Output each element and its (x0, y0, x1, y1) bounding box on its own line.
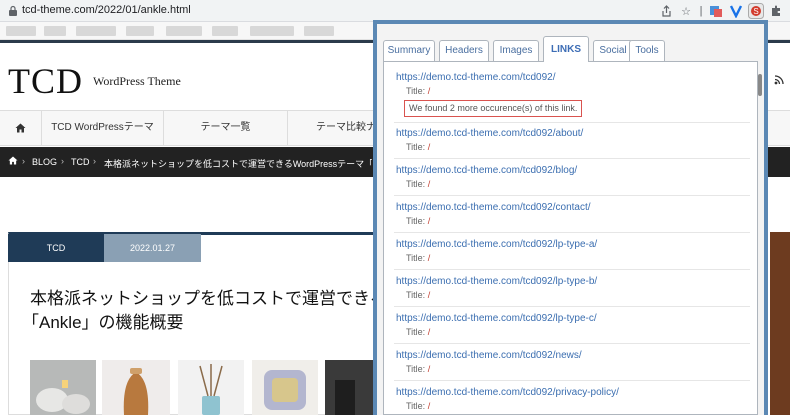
lock-icon (9, 5, 17, 16)
link-url[interactable]: https://demo.tcd-theme.com/tcd092/blog/ (396, 165, 746, 176)
blurred-bookmark[interactable] (304, 26, 334, 36)
tab-headers[interactable]: Headers (439, 40, 489, 62)
popup-scrollbar[interactable] (758, 74, 762, 96)
breadcrumb-separator: › (61, 156, 64, 166)
breadcrumb-current: 本格派ネットショップを低コストで運営できるWordPressテーマ「Ankle」… (104, 159, 372, 169)
blurred-bookmark[interactable] (212, 26, 238, 36)
blurred-bookmark[interactable] (250, 26, 294, 36)
divider (394, 380, 750, 381)
svg-text:S: S (753, 7, 758, 16)
thumbnail-reed-diffuser (178, 360, 244, 415)
article-title-line2: 「Ankle」の機能概要 (22, 313, 184, 332)
blurred-bookmark[interactable] (44, 26, 66, 36)
site-logo[interactable]: TCD (8, 60, 83, 102)
extension-translate-icon[interactable] (708, 3, 724, 19)
link-url[interactable]: https://demo.tcd-theme.com/tcd092/lp-typ… (396, 239, 746, 250)
link-item: https://demo.tcd-theme.com/tcd092/contac… (396, 202, 746, 226)
breadcrumb-tcd[interactable]: TCD (71, 157, 90, 167)
divider (394, 269, 750, 270)
seo-extension-popup: Summary Headers Images LINKS Social Tool… (373, 20, 768, 415)
link-item: https://demo.tcd-theme.com/tcd092/lp-typ… (396, 276, 746, 300)
url-text[interactable]: tcd-theme.com/2022/01/ankle.html (22, 4, 191, 16)
sidebar-thumbnail (770, 232, 790, 415)
extensions-puzzle-icon[interactable] (768, 3, 784, 19)
link-item: https://demo.tcd-theme.com/tcd092/news/ … (396, 350, 746, 374)
link-item: https://demo.tcd-theme.com/tcd092/about/… (396, 128, 746, 152)
tab-links[interactable]: LINKS (543, 36, 589, 62)
blurred-bookmark[interactable] (6, 26, 36, 36)
link-item: https://demo.tcd-theme.com/tcd092/ Title… (396, 72, 746, 96)
category-badge[interactable]: TCD (8, 234, 104, 262)
rss-icon[interactable] (774, 75, 784, 88)
link-title: Title: / (406, 216, 431, 226)
share-icon[interactable] (658, 3, 674, 19)
link-url[interactable]: https://demo.tcd-theme.com/tcd092/contac… (396, 202, 746, 213)
link-title: Title: / (406, 179, 431, 189)
divider (394, 195, 750, 196)
duplicate-link-notice: We found 2 more occurence(s) of this lin… (404, 100, 583, 117)
link-title: Title: / (406, 364, 431, 374)
tab-images[interactable]: Images (493, 40, 539, 62)
link-item: https://demo.tcd-theme.com/tcd092/privac… (396, 387, 746, 411)
date-badge: 2022.01.27 (104, 234, 201, 262)
blurred-bookmark[interactable] (76, 26, 116, 36)
link-url[interactable]: https://demo.tcd-theme.com/tcd092/privac… (396, 387, 746, 398)
divider: | (699, 5, 703, 17)
breadcrumb-separator: › (22, 156, 25, 166)
nav-item-theme-list[interactable]: テーマ一覧 (164, 111, 288, 145)
divider (394, 306, 750, 307)
link-title: Title: / (406, 290, 431, 300)
link-url[interactable]: https://demo.tcd-theme.com/tcd092/about/ (396, 128, 746, 139)
site-logo-subtitle: WordPress Theme (93, 74, 181, 88)
thumbnail-dark-interior (325, 360, 373, 415)
link-item: https://demo.tcd-theme.com/tcd092/lp-typ… (396, 239, 746, 263)
link-item: https://demo.tcd-theme.com/tcd092/blog/ … (396, 165, 746, 189)
link-item: https://demo.tcd-theme.com/tcd092/lp-typ… (396, 313, 746, 337)
link-url[interactable]: https://demo.tcd-theme.com/tcd092/lp-typ… (396, 313, 746, 324)
thumbnail-diffuser (102, 360, 170, 415)
extension-v-icon[interactable] (728, 3, 744, 19)
divider (394, 232, 750, 233)
link-title: Title: / (406, 327, 431, 337)
link-title: Title: / (406, 253, 431, 263)
link-url[interactable]: https://demo.tcd-theme.com/tcd092/news/ (396, 350, 746, 361)
divider (394, 343, 750, 344)
thumbnail-cushion (252, 360, 318, 415)
link-title: Title: / (406, 86, 431, 96)
blurred-bookmark[interactable] (166, 26, 202, 36)
breadcrumb-separator: › (93, 156, 96, 166)
bookmark-star-icon[interactable]: ☆ (678, 3, 694, 19)
popup-body: Summary Headers Images LINKS Social Tool… (377, 24, 764, 415)
home-icon (15, 123, 26, 133)
breadcrumb-blog[interactable]: BLOG (32, 157, 57, 167)
screen: tcd-theme.com/2022/01/ankle.html ☆ | S T… (0, 0, 790, 415)
article-title-line1: 本格派ネットショップを低コストで運営できる (30, 289, 387, 308)
tab-social[interactable]: Social (593, 40, 633, 62)
nav-item-wordpress-themes[interactable]: TCD WordPressテーマ (42, 111, 164, 145)
link-url[interactable]: https://demo.tcd-theme.com/tcd092/ (396, 72, 746, 83)
nav-home[interactable] (0, 111, 42, 145)
tab-tools[interactable]: Tools (629, 40, 665, 62)
divider (394, 158, 750, 159)
extension-seo-icon[interactable]: S (748, 3, 764, 19)
breadcrumb-home-icon[interactable] (8, 156, 18, 167)
thumbnail-candles (30, 360, 96, 415)
link-title: Title: / (406, 142, 431, 152)
link-title: Title: / (406, 401, 431, 411)
link-url[interactable]: https://demo.tcd-theme.com/tcd092/lp-typ… (396, 276, 746, 287)
address-bar[interactable]: tcd-theme.com/2022/01/ankle.html ☆ | S (0, 0, 790, 22)
blurred-bookmark[interactable] (126, 26, 154, 36)
links-panel: https://demo.tcd-theme.com/tcd092/ Title… (383, 61, 758, 415)
divider (394, 122, 750, 123)
tab-summary[interactable]: Summary (383, 40, 435, 62)
